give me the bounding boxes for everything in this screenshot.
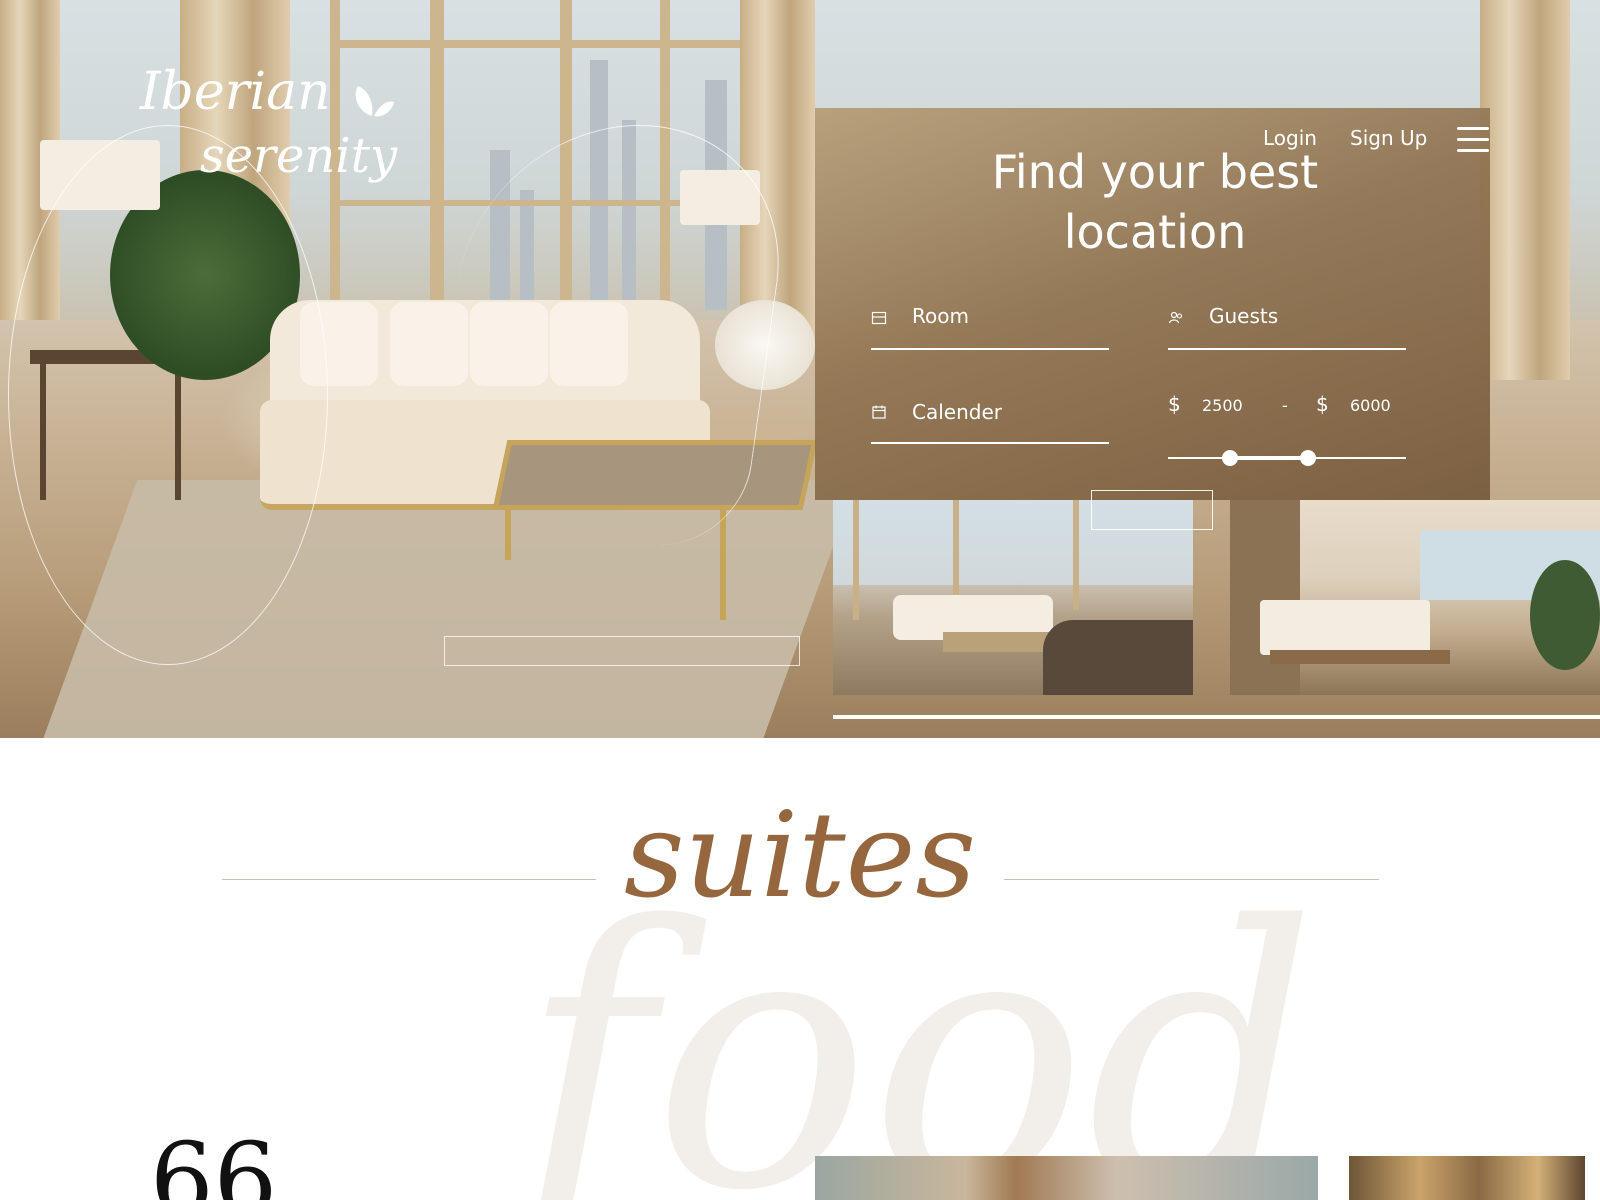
suite-image-1[interactable] [815, 1156, 1318, 1200]
brand-logo-line2: serenity [200, 128, 398, 184]
price-min-currency: $ [1168, 392, 1181, 416]
suite-image-2[interactable] [1349, 1156, 1585, 1200]
guests-icon [1168, 311, 1183, 324]
search-title-line1: Find your best [991, 145, 1319, 199]
quote-mark: 66 [150, 1121, 278, 1200]
suites-divider-left [222, 879, 596, 880]
suites-divider-right [1004, 879, 1379, 880]
search-panel-title: Find your best location [930, 142, 1380, 262]
calendar-label: Calender [912, 400, 1002, 424]
price-slider-fill [1229, 456, 1309, 460]
room-field[interactable]: Room [871, 300, 1109, 350]
price-range-readout: $ 2500 - $ 6000 [1168, 392, 1406, 422]
price-slider-max-handle[interactable] [1300, 450, 1317, 466]
brand-logo[interactable]: Iberian serenity [100, 62, 400, 212]
calendar-field[interactable]: Calender [871, 394, 1109, 444]
guests-label: Guests [1209, 304, 1279, 328]
butterfly-leaf-icon [355, 86, 394, 117]
search-button[interactable] [1091, 490, 1213, 530]
room-label: Room [912, 304, 969, 328]
price-max-currency: $ [1316, 392, 1329, 416]
suites-watermark-text: food [520, 850, 1318, 1200]
room-icon [871, 311, 887, 325]
suites-heading: suites [623, 786, 977, 924]
price-min-value[interactable]: 2500 [1202, 396, 1243, 415]
calendar-icon [872, 405, 886, 419]
brand-logo-line1: Iberian [140, 62, 331, 122]
price-separator: - [1282, 396, 1288, 415]
gallery-progress-bar [833, 715, 1600, 719]
price-max-value[interactable]: 6000 [1350, 396, 1391, 415]
guests-field[interactable]: Guests [1168, 300, 1406, 350]
gallery-thumbnail-bedroom[interactable] [1230, 500, 1600, 695]
search-title-line2: location [1063, 205, 1247, 259]
price-slider-min-handle[interactable] [1221, 450, 1238, 466]
hamburger-menu-icon[interactable] [1457, 127, 1489, 153]
price-range-slider[interactable] [1168, 448, 1406, 468]
